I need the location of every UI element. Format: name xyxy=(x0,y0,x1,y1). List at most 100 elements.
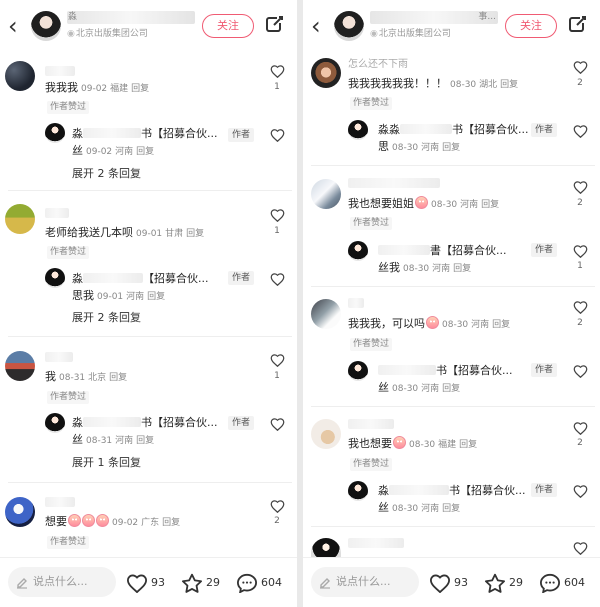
commenter-avatar[interactable] xyxy=(5,204,35,234)
reply-link[interactable]: 回复 xyxy=(442,384,460,394)
reply-body: 丝我 xyxy=(378,261,400,274)
heart-icon[interactable] xyxy=(270,352,285,368)
comment-body: 我我我我我我！！！ xyxy=(348,77,447,90)
author-reply-text[interactable]: 丝我 08-30 河南 回复 xyxy=(378,260,471,277)
heart-icon[interactable] xyxy=(573,363,588,379)
author-reply-avatar[interactable] xyxy=(348,361,368,381)
heart-icon[interactable] xyxy=(270,498,285,514)
heart-icon[interactable] xyxy=(573,483,588,499)
post-collect-action[interactable]: 29 xyxy=(484,573,523,593)
heart-icon[interactable] xyxy=(270,63,285,79)
comment-text[interactable]: 我我我，可以吗 08-30 河南 回复 xyxy=(348,316,510,333)
pig-emoji-icon xyxy=(415,196,428,209)
like-count: 1 xyxy=(274,82,280,92)
author-avatar[interactable] xyxy=(334,11,364,41)
reply-link[interactable]: 回复 xyxy=(500,80,518,90)
reply-link[interactable]: 回复 xyxy=(186,229,204,239)
heart-icon[interactable] xyxy=(573,243,588,259)
heart-icon[interactable] xyxy=(573,179,588,195)
heart-icon[interactable] xyxy=(573,123,588,139)
author-tag: 作者 xyxy=(531,483,558,497)
author-tag: 作者 xyxy=(531,243,558,257)
reply-link[interactable]: 回复 xyxy=(442,504,460,514)
reply-link[interactable]: 回复 xyxy=(109,373,127,383)
name-blur xyxy=(389,485,449,495)
author-reply-text[interactable]: 思 08-30 河南 回复 xyxy=(378,139,460,156)
author-reply-text[interactable]: 丝 09-02 河南 回复 xyxy=(72,143,154,160)
commenter-avatar[interactable] xyxy=(5,61,35,91)
heart-icon[interactable] xyxy=(573,420,588,436)
follow-button[interactable]: 关注 xyxy=(505,14,557,38)
bottom-action-bar: 说点什么... 93 29 604 xyxy=(303,557,600,607)
post-comment-action[interactable]: 604 xyxy=(539,573,585,593)
author-reply-text[interactable]: 丝 08-30 河南 回复 xyxy=(378,500,460,517)
follow-button[interactable]: 关注 xyxy=(202,14,254,38)
author-reply-avatar[interactable] xyxy=(348,481,368,501)
top-bar: ‹ 事... ◉北京出版集团公司 关注 xyxy=(303,0,600,52)
heart-icon[interactable] xyxy=(270,127,285,143)
comment-text[interactable]: 老师给我送几本呗 09-01 甘肃 回复 xyxy=(45,225,204,242)
post-collect-action[interactable]: 29 xyxy=(181,573,220,593)
commenter-avatar[interactable] xyxy=(311,179,341,209)
share-icon[interactable] xyxy=(264,14,284,34)
divider xyxy=(311,406,595,407)
reply-location: 河南 xyxy=(115,147,134,157)
author-reply-text[interactable]: 丝 08-30 河南 回复 xyxy=(378,380,460,397)
post-comment-action[interactable]: 604 xyxy=(236,573,282,593)
reply-link[interactable]: 回复 xyxy=(147,292,165,302)
post-like-action[interactable]: 93 xyxy=(126,573,165,593)
heart-icon[interactable] xyxy=(573,59,588,75)
commenter-avatar[interactable] xyxy=(5,497,35,527)
reply-link[interactable]: 回复 xyxy=(492,320,510,330)
heart-icon[interactable] xyxy=(270,207,285,223)
reply-link[interactable]: 回复 xyxy=(453,264,471,274)
heart-icon[interactable] xyxy=(270,271,285,287)
divider xyxy=(311,526,595,527)
back-arrow-icon[interactable]: ‹ xyxy=(8,14,24,38)
commenter-avatar[interactable] xyxy=(5,351,35,381)
comment-text[interactable]: 我 08-31 北京 回复 xyxy=(45,369,127,386)
comment-text[interactable]: 我也想要 08-30 福建 回复 xyxy=(348,436,477,453)
author-reply-avatar[interactable] xyxy=(348,241,368,261)
author-tag: 作者 xyxy=(228,128,255,142)
reply-date: 08-31 xyxy=(86,436,113,446)
reply-link[interactable]: 回复 xyxy=(131,84,149,94)
post-like-action[interactable]: 93 xyxy=(429,573,468,593)
reply-link[interactable]: 回复 xyxy=(136,147,154,157)
expand-replies-link[interactable]: 展开 2 条回复 xyxy=(72,166,141,181)
commenter-avatar[interactable] xyxy=(311,419,341,449)
comment-text[interactable]: 我也想要姐姐 08-30 河南 回复 xyxy=(348,196,499,213)
comment-text[interactable]: 我我我我我我！！！ 08-30 湖北 回复 xyxy=(348,76,518,93)
heart-icon[interactable] xyxy=(573,299,588,315)
author-reply-avatar[interactable] xyxy=(348,120,368,140)
back-arrow-icon[interactable]: ‹ xyxy=(311,14,327,38)
heart-icon[interactable] xyxy=(270,416,285,432)
reply-location: 河南 xyxy=(421,143,440,153)
author-avatar[interactable] xyxy=(31,11,61,41)
like-count: 2 xyxy=(577,318,583,328)
pig-emoji-icon xyxy=(68,514,81,527)
share-icon[interactable] xyxy=(567,14,587,34)
author-reply-avatar[interactable] xyxy=(45,123,65,143)
commenter-avatar[interactable] xyxy=(311,299,341,329)
author-org-text: 北京出版集团公司 xyxy=(75,29,148,39)
like-count: 1 xyxy=(274,371,280,381)
author-reply-avatar[interactable] xyxy=(45,268,65,288)
comment-date: 08-30 xyxy=(431,200,458,210)
reply-link[interactable]: 回复 xyxy=(136,436,154,446)
reply-link[interactable]: 回复 xyxy=(481,200,499,210)
expand-replies-link[interactable]: 展开 2 条回复 xyxy=(72,310,141,325)
heart-icon[interactable] xyxy=(573,540,588,556)
commenter-avatar[interactable] xyxy=(311,58,341,88)
reply-link[interactable]: 回复 xyxy=(442,143,460,153)
reply-link[interactable]: 回复 xyxy=(459,440,477,450)
comment-body: 我 xyxy=(45,370,56,383)
author-reply-text[interactable]: 丝 08-31 河南 回复 xyxy=(72,432,154,449)
comment-bubble-icon xyxy=(539,573,561,593)
comment-text[interactable]: 想要 09-02 广东 回复 xyxy=(45,514,180,531)
reply-link[interactable]: 回复 xyxy=(162,518,180,528)
author-reply-avatar[interactable] xyxy=(45,413,65,433)
comment-text[interactable]: 我我我 09-02 福建 回复 xyxy=(45,80,149,97)
expand-replies-link[interactable]: 展开 1 条回复 xyxy=(72,455,141,470)
author-reply-text[interactable]: 思我 09-01 河南 回复 xyxy=(72,288,165,305)
